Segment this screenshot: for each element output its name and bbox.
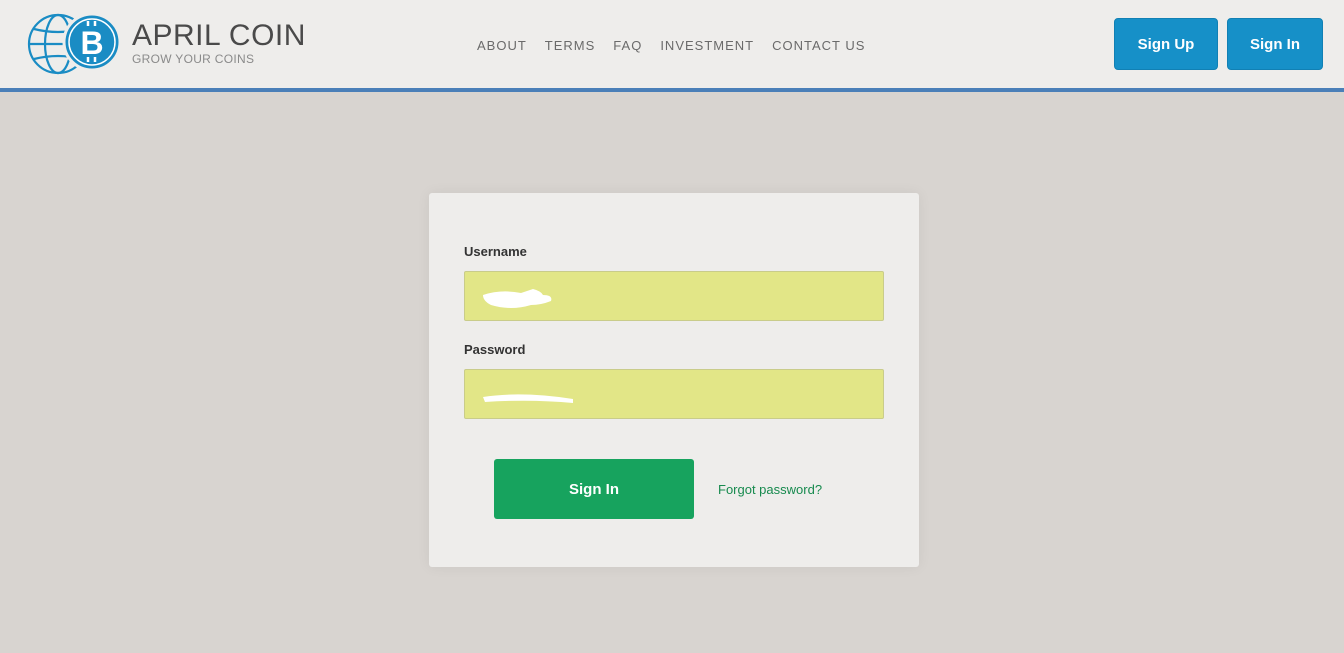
forgot-password-link[interactable]: Forgot password? <box>718 482 822 497</box>
username-label: Username <box>464 244 527 259</box>
nav-item-faq[interactable]: FAQ <box>604 38 651 53</box>
login-card: Username Password Sign In Forgot passwor… <box>429 193 919 567</box>
nav-item-about[interactable]: ABOUT <box>468 38 536 53</box>
nav-item-contact-us[interactable]: CONTACT US <box>763 38 874 53</box>
brand-tagline: GROW YOUR COINS <box>132 52 255 66</box>
bitcoin-globe-icon[interactable]: B <box>26 12 126 76</box>
username-input[interactable] <box>464 271 884 321</box>
header-signup-button[interactable]: Sign Up <box>1114 18 1218 70</box>
nav-item-investment[interactable]: INVESTMENT <box>651 38 763 53</box>
sign-in-submit-button[interactable]: Sign In <box>494 459 694 519</box>
password-input[interactable] <box>464 369 884 419</box>
nav-item-terms[interactable]: TERMS <box>536 38 605 53</box>
main-nav: ABOUT TERMS FAQ INVESTMENT CONTACT US <box>468 38 874 53</box>
svg-text:B: B <box>80 25 103 61</box>
site-header: B APRIL COIN GROW YOUR COINS ABOUT TERMS… <box>0 0 1344 92</box>
brand-name[interactable]: APRIL COIN <box>132 20 306 52</box>
password-label: Password <box>464 342 526 357</box>
header-signin-button[interactable]: Sign In <box>1227 18 1323 70</box>
